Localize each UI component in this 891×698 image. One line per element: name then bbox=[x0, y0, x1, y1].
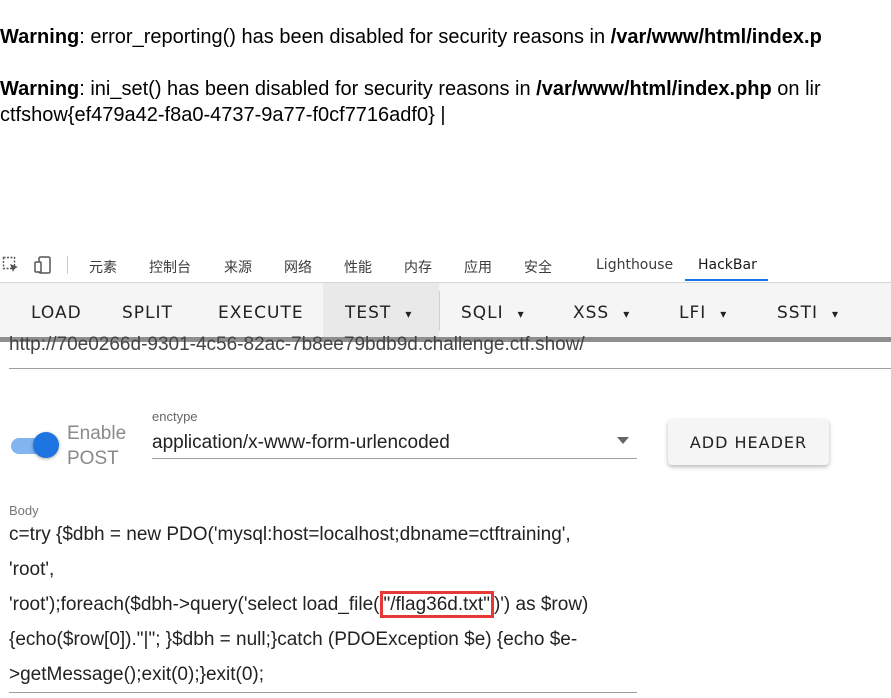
ssti-label: SSTI bbox=[777, 303, 818, 323]
body-line-5: >getMessage();exit(0);}exit(0); bbox=[9, 664, 265, 685]
warning-label: Warning bbox=[0, 78, 80, 100]
body-line-3: 'root');foreach($dbh->query('select load… bbox=[9, 590, 588, 620]
enable-post-label: Enable POST bbox=[67, 421, 137, 471]
tab-performance[interactable]: 性能 bbox=[344, 257, 372, 277]
test-label: TEST bbox=[345, 303, 392, 323]
url-input[interactable]: http://70e0266d-9301-4c56-82ac-7b8ee79bd… bbox=[9, 330, 891, 369]
tab-console[interactable]: 控制台 bbox=[149, 257, 191, 277]
sqli-menu-button[interactable]: SQLI ▾ bbox=[461, 283, 525, 337]
toolbar-divider bbox=[439, 291, 440, 331]
dropdown-arrow-icon bbox=[617, 437, 629, 444]
active-tab-indicator bbox=[685, 279, 768, 281]
warning-path: /var/www/html/index.php bbox=[536, 78, 772, 100]
tab-elements[interactable]: 元素 bbox=[89, 257, 117, 277]
chevron-down-icon: ▾ bbox=[405, 307, 413, 321]
body-textarea[interactable]: c=try {$dbh = new PDO('mysql:host=localh… bbox=[9, 518, 637, 693]
warning-text: : error_reporting() has been disabled fo… bbox=[79, 26, 611, 48]
tab-memory[interactable]: 内存 bbox=[404, 257, 432, 277]
toggle-knob bbox=[33, 432, 59, 458]
warning-label: Warning bbox=[0, 26, 80, 48]
tab-security[interactable]: 安全 bbox=[524, 257, 552, 277]
warning-text: : ini_set() has been disabled for securi… bbox=[79, 78, 537, 100]
enctype-label: enctype bbox=[152, 409, 198, 424]
body-line-2: 'root', bbox=[9, 559, 55, 580]
body-line-3-post: )') as $row) bbox=[493, 594, 589, 615]
ssti-menu-button[interactable]: SSTI ▾ bbox=[777, 283, 839, 337]
body-line-1: c=try {$dbh = new PDO('mysql:host=localh… bbox=[9, 524, 571, 545]
split-button[interactable]: SPLIT bbox=[122, 283, 173, 337]
enctype-select[interactable]: application/x-www-form-urlencoded bbox=[152, 428, 637, 459]
url-value: http://70e0266d-9301-4c56-82ac-7b8ee79bd… bbox=[9, 334, 585, 355]
flag-output: ctfshow{ef479a42-f8a0-4737-9a77-f0cf7716… bbox=[0, 104, 446, 126]
xss-label: XSS bbox=[573, 303, 610, 323]
warning-line-2: Warning: ini_set() has been disabled for… bbox=[0, 76, 821, 102]
enctype-value: application/x-www-form-urlencoded bbox=[152, 432, 450, 453]
devtools-tab-bar: 元素 控制台 来源 网络 性能 内存 应用 安全 Lighthouse Hack… bbox=[0, 248, 891, 283]
warning-line-1: Warning: error_reporting() has been disa… bbox=[0, 24, 822, 50]
enable-post-label-line2: POST bbox=[67, 448, 119, 469]
chevron-down-icon: ▾ bbox=[720, 307, 728, 321]
test-menu-button[interactable]: TEST ▾ bbox=[323, 283, 439, 337]
body-label: Body bbox=[9, 503, 39, 518]
lfi-menu-button[interactable]: LFI ▾ bbox=[679, 283, 727, 337]
chevron-down-icon: ▾ bbox=[517, 307, 525, 321]
tab-sources[interactable]: 来源 bbox=[224, 257, 252, 277]
body-line-3-pre: 'root');foreach($dbh->query('select load… bbox=[9, 594, 380, 615]
body-line-4: {echo($row[0])."|"; }$dbh = null;}catch … bbox=[9, 629, 578, 650]
page-output: Warning: error_reporting() has been disa… bbox=[0, 0, 891, 248]
load-button[interactable]: LOAD bbox=[31, 283, 82, 337]
xss-menu-button[interactable]: XSS ▾ bbox=[573, 283, 630, 337]
lfi-label: LFI bbox=[679, 303, 707, 323]
chevron-down-icon: ▾ bbox=[623, 307, 631, 321]
warning-tail: on lir bbox=[771, 78, 821, 100]
inspect-element-icon[interactable] bbox=[2, 256, 20, 274]
chevron-down-icon: ▾ bbox=[831, 307, 840, 321]
tab-hackbar[interactable]: HackBar bbox=[698, 257, 757, 273]
sqli-label: SQLI bbox=[461, 303, 504, 323]
add-header-button[interactable]: ADD HEADER bbox=[668, 419, 829, 465]
tab-lighthouse[interactable]: Lighthouse bbox=[596, 257, 673, 273]
tab-network[interactable]: 网络 bbox=[284, 257, 312, 277]
enable-post-toggle[interactable] bbox=[11, 432, 59, 460]
enable-post-label-line1: Enable bbox=[67, 423, 127, 444]
highlighted-flag-path: "/flag36d.txt" bbox=[379, 591, 494, 618]
warning-path: /var/www/html/index.p bbox=[610, 26, 822, 48]
tab-application[interactable]: 应用 bbox=[464, 257, 492, 277]
tab-separator bbox=[67, 256, 68, 274]
device-toolbar-icon[interactable] bbox=[34, 256, 52, 274]
execute-button[interactable]: EXECUTE bbox=[218, 283, 304, 337]
